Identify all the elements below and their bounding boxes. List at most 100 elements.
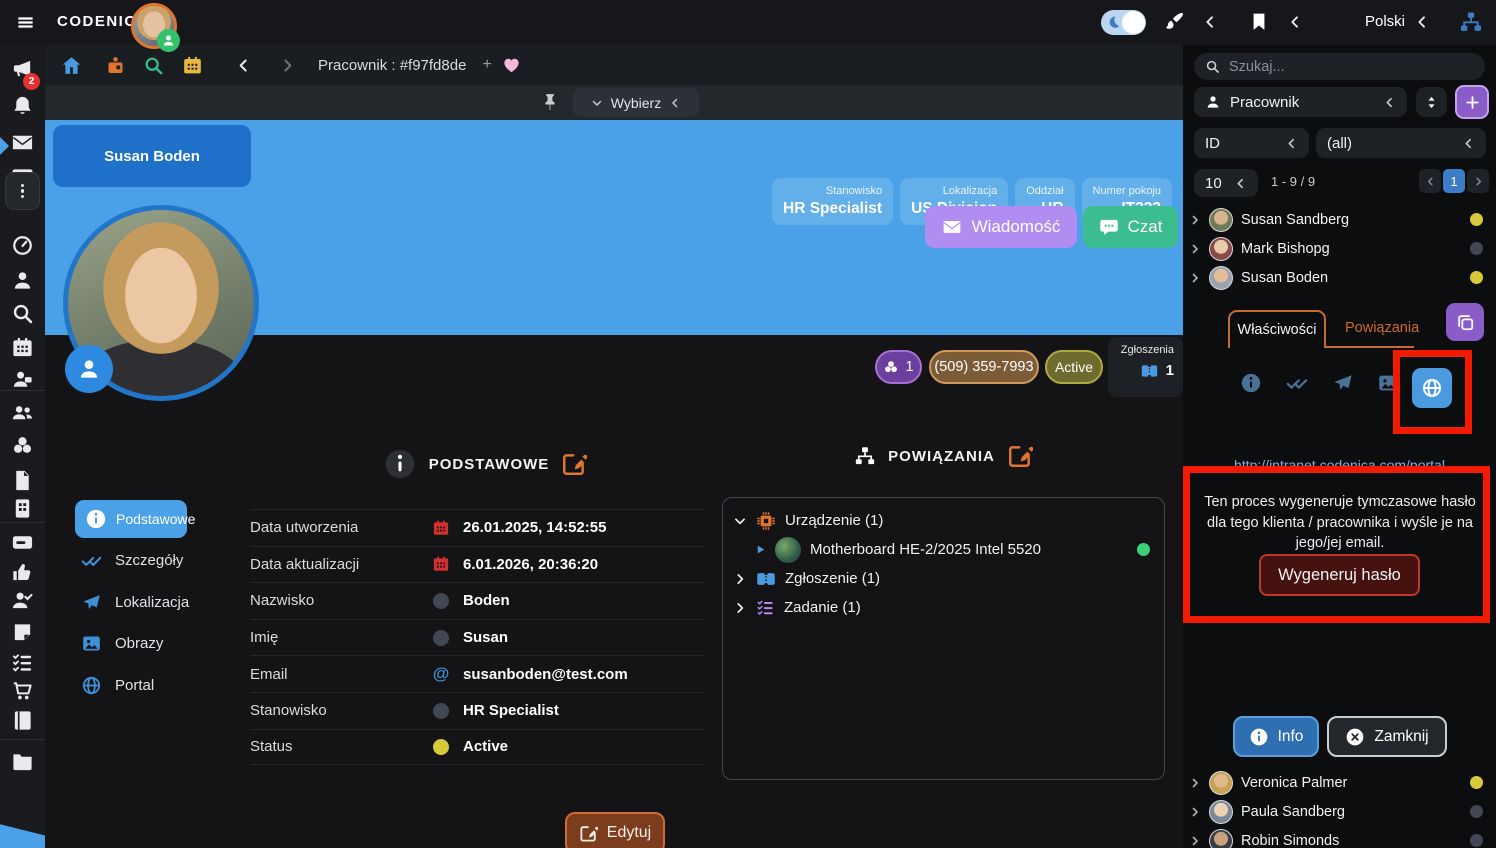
- person-icon[interactable]: [11, 269, 34, 292]
- search-bar[interactable]: [1194, 53, 1485, 80]
- list-item-person[interactable]: Paula Sandberg: [1189, 797, 1489, 826]
- device-thumbnail: [775, 537, 801, 563]
- field-row: Stanowisko HR Specialist: [250, 692, 705, 729]
- tab-obrazy[interactable]: Obrazy: [81, 633, 163, 654]
- document-icon[interactable]: [11, 469, 34, 492]
- hamburger-menu-icon[interactable]: [13, 13, 38, 32]
- page-size-select[interactable]: 10: [1194, 169, 1258, 197]
- chevron-right-icon: [1473, 176, 1484, 187]
- card-icon[interactable]: [11, 531, 34, 554]
- chevron-right-icon: [1189, 214, 1201, 226]
- list-item-person[interactable]: Robin Simonds: [1189, 826, 1489, 848]
- details-section-header: PODSTAWOWE: [205, 447, 765, 481]
- bookmark-icon[interactable]: [1249, 10, 1269, 33]
- pin-icon[interactable]: [540, 91, 560, 113]
- gray-dot-icon: [433, 630, 449, 646]
- search-input[interactable]: [1229, 59, 1474, 75]
- status-pill[interactable]: Active: [1045, 350, 1103, 384]
- tab-portal-globe[interactable]: [1412, 368, 1452, 408]
- tab-wlasciwosci[interactable]: Właściwości: [1228, 310, 1326, 348]
- search-icon[interactable]: [143, 55, 164, 76]
- calendar-icon[interactable]: [182, 55, 203, 76]
- history-forward-icon[interactable]: [279, 57, 296, 74]
- edit-relations-icon[interactable]: [1007, 443, 1033, 469]
- address-book-icon[interactable]: [11, 709, 34, 732]
- phone-pill[interactable]: (509) 359-7993: [929, 350, 1039, 384]
- info-button[interactable]: Info: [1233, 716, 1319, 757]
- sitemap-icon[interactable]: [1459, 10, 1483, 34]
- tab-szczegoly[interactable]: Szczegóły: [81, 550, 183, 571]
- list-item-person[interactable]: Veronica Palmer: [1189, 768, 1489, 797]
- list-item-person[interactable]: Mark Bishopg: [1189, 234, 1489, 263]
- employee-icon[interactable]: [11, 369, 34, 392]
- employees-icon[interactable]: [105, 55, 126, 76]
- portal-url-link[interactable]: http://intranet.codenica.com/portal: [1183, 457, 1496, 473]
- more-options-button[interactable]: [5, 172, 40, 210]
- close-button[interactable]: Zamknij: [1327, 716, 1447, 757]
- avatar: [1209, 771, 1233, 795]
- user-avatar[interactable]: [131, 3, 177, 49]
- person-check-icon[interactable]: [11, 589, 34, 612]
- sort-button[interactable]: [1416, 87, 1447, 117]
- page-next-button[interactable]: [1467, 169, 1489, 193]
- profile-type-icon[interactable]: [65, 345, 113, 393]
- info-icon[interactable]: [1240, 372, 1262, 394]
- chat-button[interactable]: Czat: [1083, 206, 1178, 248]
- tickets-box[interactable]: Zgłoszenia 1: [1108, 337, 1183, 397]
- entity-select[interactable]: Pracownik: [1194, 87, 1407, 117]
- field-row: Nazwisko Boden: [250, 582, 705, 619]
- relations-count-pill[interactable]: 1: [875, 350, 922, 384]
- cart-icon[interactable]: [11, 679, 34, 702]
- favorite-heart-icon[interactable]: [502, 56, 521, 75]
- select-records-dropdown[interactable]: Wybierz: [573, 88, 699, 117]
- id-filter-select[interactable]: ID: [1194, 128, 1309, 158]
- note-icon[interactable]: [11, 621, 34, 644]
- folder-icon[interactable]: [11, 750, 34, 773]
- page-prev-button[interactable]: [1419, 169, 1441, 193]
- people-group-icon[interactable]: [11, 401, 34, 424]
- list-item-person[interactable]: Susan Sandberg: [1189, 205, 1489, 234]
- sitemap-icon: [854, 445, 876, 467]
- dashboard-gauge-icon[interactable]: [11, 234, 34, 257]
- assets-cluster-icon[interactable]: [11, 434, 34, 457]
- tab-powiazania[interactable]: Powiązania: [1345, 320, 1419, 336]
- brush-icon[interactable]: [1163, 10, 1186, 33]
- page-number-current[interactable]: 1: [1443, 169, 1465, 193]
- chevron-right-icon: [1189, 835, 1201, 847]
- thumbs-up-icon[interactable]: [11, 561, 34, 584]
- image-icon[interactable]: [1377, 372, 1399, 394]
- add-record-button[interactable]: [1455, 85, 1489, 119]
- tree-node-motherboard[interactable]: Motherboard HE-2/2025 Intel 5520: [733, 535, 1154, 564]
- search-icon[interactable]: [11, 302, 34, 325]
- chevron-left-icon[interactable]: [1287, 14, 1303, 30]
- tree-node-devices[interactable]: Urządzenie (1): [733, 506, 1154, 535]
- paper-plane-icon[interactable]: [1332, 372, 1354, 394]
- breadcrumb-plus[interactable]: +: [482, 56, 491, 74]
- tree-node-tasks[interactable]: Zadanie (1): [733, 593, 1154, 622]
- list-item-person[interactable]: Susan Boden: [1189, 263, 1489, 292]
- device-icon[interactable]: [11, 497, 34, 520]
- tab-portal[interactable]: Portal: [81, 675, 154, 696]
- double-check-icon: [81, 550, 102, 571]
- chevron-left-icon[interactable]: [1202, 14, 1218, 30]
- status-dot: [1470, 213, 1483, 226]
- task-list-icon[interactable]: [11, 651, 34, 674]
- home-icon[interactable]: [61, 55, 82, 76]
- tree-node-tickets[interactable]: Zgłoszenie (1): [733, 564, 1154, 593]
- history-back-icon[interactable]: [235, 57, 252, 74]
- message-button[interactable]: Wiadomość: [925, 206, 1077, 248]
- chevron-left-icon[interactable]: [1414, 14, 1430, 30]
- language-selector[interactable]: Polski: [1365, 13, 1405, 30]
- edit-button[interactable]: Edytuj: [565, 812, 665, 848]
- edit-details-icon[interactable]: [561, 451, 587, 477]
- calendar-icon[interactable]: [11, 336, 34, 359]
- bell-icon[interactable]: [11, 95, 34, 118]
- tab-podstawowe[interactable]: Podstawowe: [75, 500, 187, 538]
- tab-lokalizacja[interactable]: Lokalizacja: [81, 592, 189, 613]
- all-filter-select[interactable]: (all): [1316, 128, 1486, 158]
- double-check-icon[interactable]: [1286, 372, 1308, 394]
- generate-password-button[interactable]: Wygeneruj hasło: [1259, 554, 1420, 596]
- envelope-icon[interactable]: [11, 131, 34, 154]
- theme-toggle[interactable]: [1101, 10, 1146, 35]
- copy-button[interactable]: [1446, 303, 1484, 341]
